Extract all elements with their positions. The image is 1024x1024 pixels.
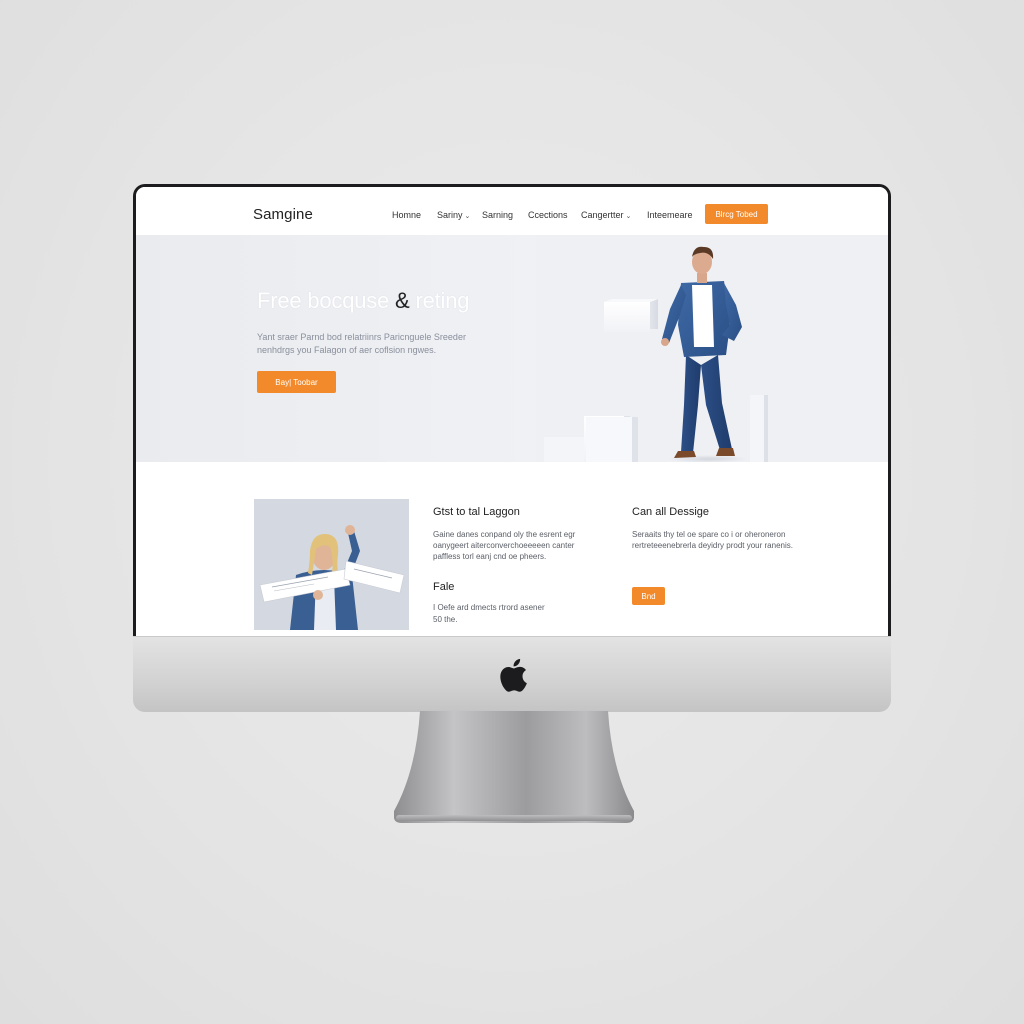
background-stage: Samgine Homne Sariny⌄ Sarning Ccections — [0, 0, 1024, 1024]
nav-item-inteemeare[interactable]: Inteemeare — [647, 210, 693, 220]
tall-pillar — [750, 395, 768, 462]
nav-item-label: Ccections — [528, 210, 568, 220]
feature-a-text: Gaine danes conpand oly the esrent egr o… — [433, 530, 576, 561]
hero-title-ampersand: & — [395, 288, 410, 313]
header-cta-button[interactable]: Blrcg Tobed — [705, 204, 768, 224]
brand-logo-text[interactable]: Samgine — [253, 206, 313, 223]
site-header: Samgine Homne Sariny⌄ Sarning Ccections — [136, 187, 888, 236]
nav-item-label: Sarning — [482, 210, 514, 220]
chevron-down-icon: ⌄ — [625, 213, 632, 220]
floating-box — [604, 299, 658, 332]
nav-item-sarning[interactable]: Sarning — [482, 210, 513, 220]
nav-item-label: Cangertter — [581, 210, 624, 220]
hero-subtitle: Yant sraer Parnd bod relatriinrs Paricng… — [257, 332, 466, 355]
hero-cta-button[interactable]: Bay| Toobar — [257, 371, 336, 393]
monitor-chin — [133, 636, 891, 712]
nav-item-label: Inteemeare — [647, 210, 693, 220]
hero-title: Free bocquse & reting — [257, 288, 469, 314]
monitor-bezel: Samgine Homne Sariny⌄ Sarning Ccections — [133, 184, 891, 638]
nav-item-label: Homne — [392, 210, 422, 220]
feature-a-title: Gtst to tal Laggon — [433, 506, 520, 518]
hero-illustration — [536, 235, 888, 462]
features-section: Gtst to tal Laggon Gaine danes conpand o… — [136, 462, 888, 636]
nav-item-home[interactable]: Homne — [392, 210, 421, 220]
nav-item-cangertter[interactable]: Cangertter ⌄ — [581, 210, 631, 220]
apple-logo-icon — [500, 658, 527, 692]
nav-item-label: Sariny — [437, 210, 463, 220]
feature-photo — [254, 499, 409, 630]
feature-a-subtitle: Fale — [433, 581, 455, 593]
feature-b-cta-button[interactable]: Bnd — [632, 587, 665, 605]
person-with-papers-illustration — [254, 499, 409, 630]
hero-title-part2: reting — [409, 288, 470, 313]
feature-b-text: Seraaits thy tel oe spare co i or oheron… — [632, 530, 793, 550]
monitor-stand — [394, 711, 634, 823]
hero-title-part1: Free bocquse — [257, 288, 396, 313]
feature-a-subtext: I Oefe ard dmects rtrord asener 50 the. — [433, 603, 545, 624]
hero-section: Free bocquse & reting Yant sraer Parnd b… — [136, 235, 888, 462]
monitor-screen: Samgine Homne Sariny⌄ Sarning Ccections — [136, 187, 888, 636]
nav-item-ccections[interactable]: Ccections — [528, 210, 568, 220]
desktop-monitor: Samgine Homne Sariny⌄ Sarning Ccections — [133, 184, 891, 712]
feature-b-title: Can all Dessige — [632, 506, 710, 518]
chevron-down-icon: ⌄ — [464, 213, 471, 220]
nav-item-sariny[interactable]: Sariny ⌄ — [437, 210, 470, 220]
